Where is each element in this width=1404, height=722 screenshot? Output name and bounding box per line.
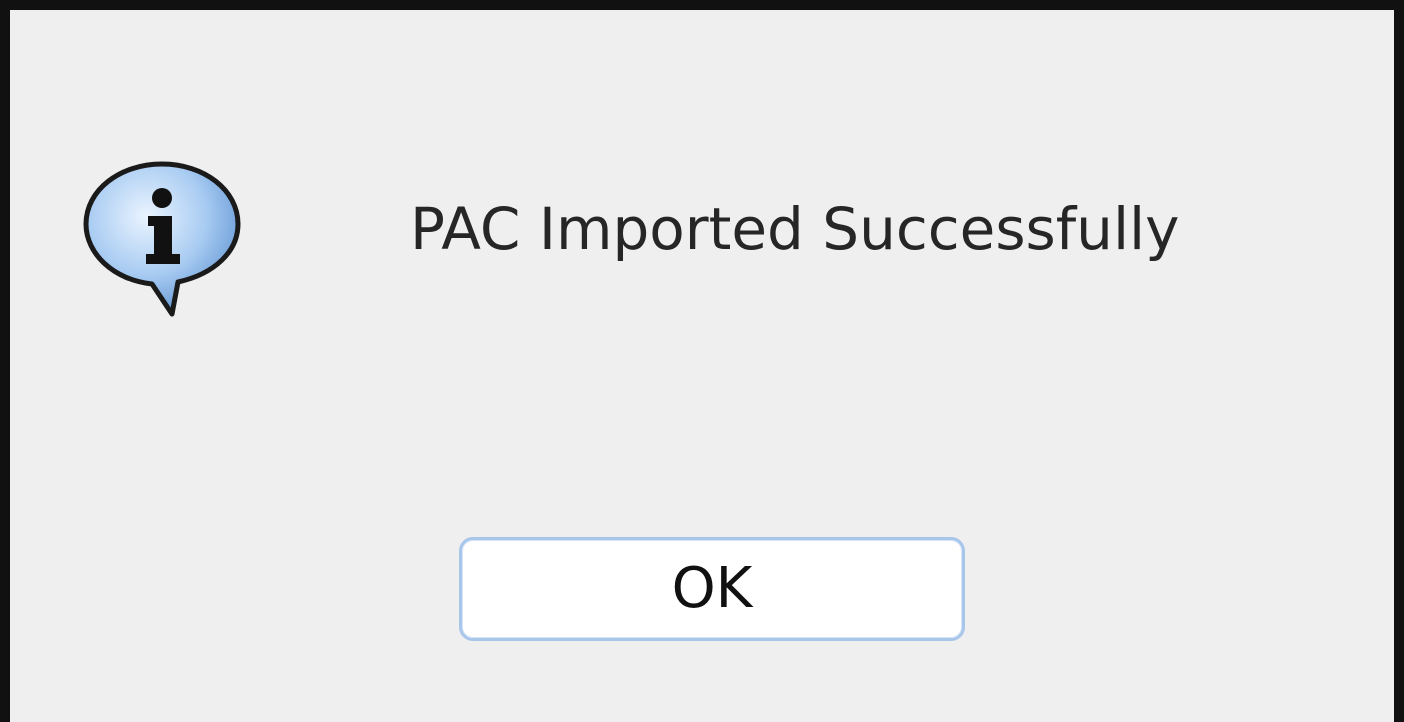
ok-button-label: OK bbox=[671, 556, 753, 621]
dialog-message: PAC Imported Successfully bbox=[410, 195, 1180, 263]
ok-button[interactable]: OK bbox=[459, 537, 965, 641]
info-icon bbox=[83, 161, 241, 317]
message-dialog: PAC Imported Successfully OK bbox=[0, 0, 1404, 722]
